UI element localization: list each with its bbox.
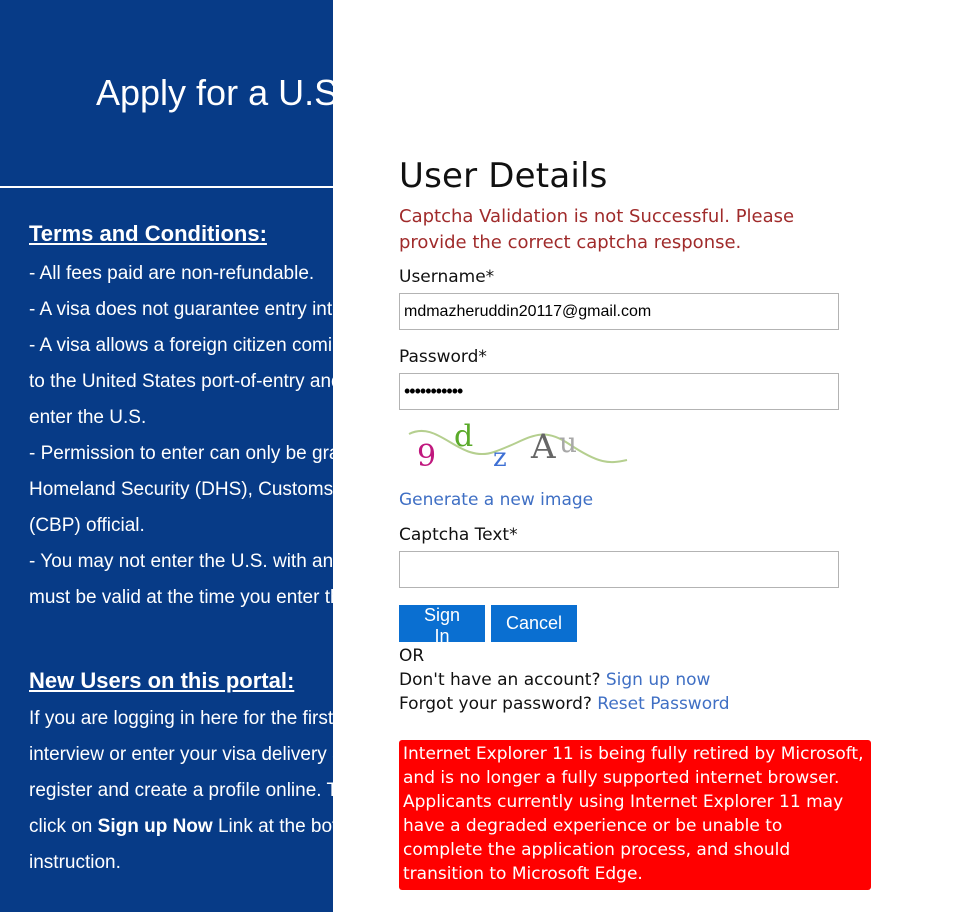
divider xyxy=(0,186,333,188)
forgot-password-text: Forgot your password? xyxy=(399,694,598,714)
password-input[interactable]: ••••••••••• xyxy=(399,373,839,410)
new-users-line: interview or enter your visa delivery ad… xyxy=(29,744,333,765)
forgot-password-prompt: Forgot your password? Reset Password xyxy=(399,692,874,716)
sign-up-link[interactable]: Sign up now xyxy=(606,670,711,690)
login-form: User Details Captcha Validation is not S… xyxy=(399,156,874,890)
ie-retirement-warning: Internet Explorer 11 is being fully reti… xyxy=(399,740,871,890)
terms-line: - A visa allows a foreign citizen coming… xyxy=(29,335,333,356)
captcha-image: 9 d z A u xyxy=(399,414,629,474)
terms-line: - All fees paid are non-refundable. xyxy=(29,263,315,284)
sign-in-button[interactable]: Sign In xyxy=(399,605,485,646)
terms-line: - You may not enter the U.S. with an exp… xyxy=(29,551,333,572)
new-users-line: If you are logging in here for the first… xyxy=(29,708,333,729)
terms-line: Homeland Security (DHS), Customs and Bor… xyxy=(29,479,333,500)
username-label: Username* xyxy=(399,267,495,287)
captcha-char: u xyxy=(559,426,577,459)
cancel-button[interactable]: Cancel xyxy=(491,605,577,642)
signup-suffix: Link at the bottom and follow the xyxy=(217,816,333,837)
new-users-section: New Users on this portal: If you are log… xyxy=(29,665,333,881)
form-actions: Sign In Cancel xyxy=(399,605,874,646)
login-panel: User Details Captcha Validation is not S… xyxy=(333,0,959,912)
terms-line: must be valid at the time you enter the … xyxy=(29,587,333,608)
info-content: Terms and Conditions: - All fees paid ar… xyxy=(29,218,333,881)
terms-line: - Permission to enter can only be grante… xyxy=(29,443,333,464)
terms-line: enter the U.S. xyxy=(29,407,147,428)
terms-line: to the United States port-of-entry and r… xyxy=(29,371,333,392)
new-users-signup-line: click on Sign up Now Link at the bottom … xyxy=(29,809,333,845)
info-panel: Apply for a U.S. Visa Terms and Conditio… xyxy=(0,0,333,912)
signup-now-emphasis: Sign up Now xyxy=(97,816,213,837)
terms-heading: Terms and Conditions: xyxy=(29,221,267,246)
error-message: Captcha Validation is not Successful. Pl… xyxy=(399,206,795,253)
new-users-line: instruction. xyxy=(29,852,121,873)
captcha-char: d xyxy=(454,419,473,454)
new-users-line: register and create a profile online. To… xyxy=(29,780,333,801)
terms-line: (CBP) official. xyxy=(29,515,145,536)
captcha-text-label: Captcha Text* xyxy=(399,525,518,545)
new-users-heading: New Users on this portal: xyxy=(29,668,295,693)
or-separator: OR xyxy=(399,646,425,666)
captcha-char: 9 xyxy=(417,439,436,472)
captcha-text-input[interactable] xyxy=(399,551,839,588)
captcha-char: A xyxy=(530,427,556,467)
signup-prompt: Don't have an account? Sign up now xyxy=(399,668,874,692)
terms-line: - A visa does not guarantee entry into t… xyxy=(29,299,333,320)
terms-list: - All fees paid are non-refundable. - A … xyxy=(29,256,333,616)
generate-captcha-link[interactable]: Generate a new image xyxy=(399,490,874,510)
no-account-text: Don't have an account? xyxy=(399,670,606,690)
reset-password-link[interactable]: Reset Password xyxy=(597,694,729,714)
captcha-char: z xyxy=(493,443,507,472)
username-input[interactable]: mdmazheruddin20117@gmail.com xyxy=(399,293,839,330)
page-title: Apply for a U.S. Visa xyxy=(96,72,333,113)
signup-prefix: click on xyxy=(29,816,98,837)
password-label: Password* xyxy=(399,347,487,367)
form-title: User Details xyxy=(399,156,608,196)
